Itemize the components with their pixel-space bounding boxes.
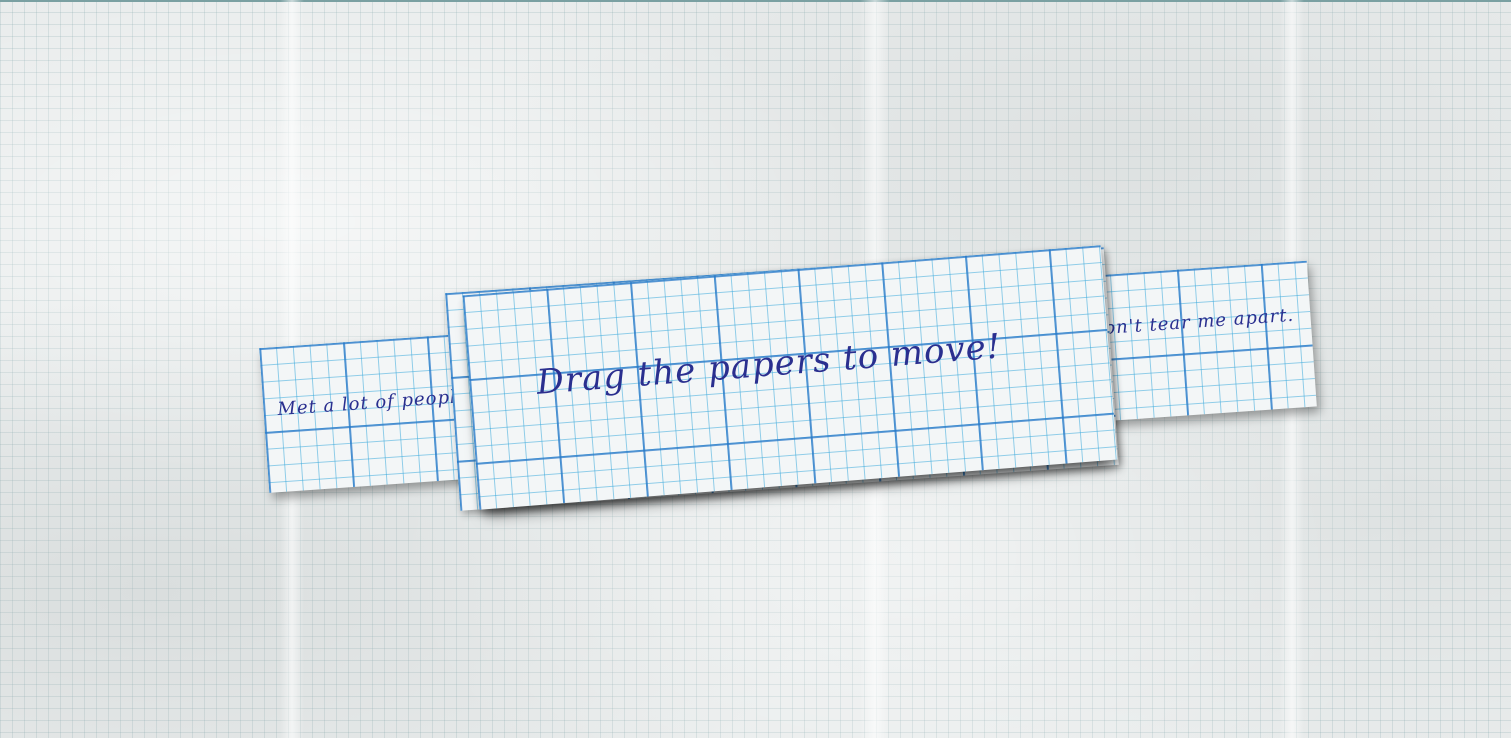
paper-note-text: Drag the papers to move! [535, 325, 1003, 403]
draggable-paper-right[interactable]: Don't tear me apart. [1093, 260, 1317, 422]
paper-note-text: Met a lot of people [276, 385, 470, 421]
paper-note-text: Don't tear me apart. [1093, 304, 1295, 340]
